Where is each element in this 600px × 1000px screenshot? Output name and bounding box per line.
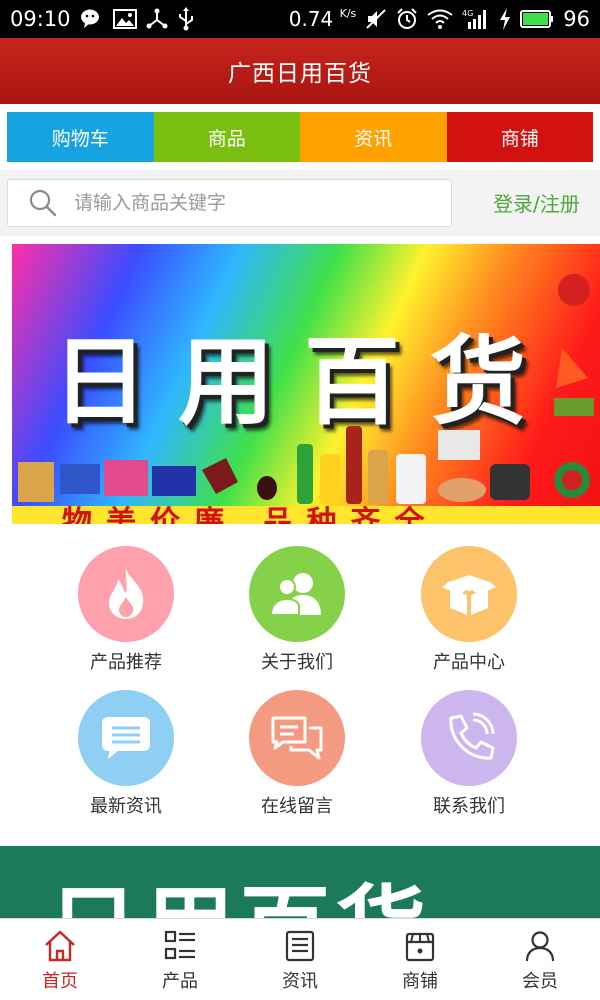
box-icon[interactable]	[421, 546, 517, 642]
tab-shops[interactable]: 商铺	[446, 112, 593, 162]
product-illustration	[18, 426, 590, 504]
share-icon	[146, 8, 168, 30]
banner-slogan-strip: 物美价廉 品种齐全	[12, 506, 600, 524]
quick-link-about-us[interactable]: 关于我们	[222, 546, 372, 674]
quick-link-label: 关于我们	[261, 652, 333, 673]
banner-title: 日用百货	[52, 304, 572, 443]
search-box[interactable]	[7, 179, 452, 227]
bottom-nav-label: 会员	[522, 971, 558, 992]
quick-link-label: 产品中心	[433, 652, 505, 673]
quick-link-label: 在线留言	[261, 796, 333, 817]
bottom-nav: 首页 产品 资讯 商铺 会员	[0, 918, 600, 1000]
tab-cart[interactable]: 购物车	[7, 112, 154, 162]
quick-link-product-recommend[interactable]: 产品推荐	[51, 546, 201, 674]
quick-link-label: 产品推荐	[90, 652, 162, 673]
mute-icon	[365, 8, 387, 30]
quick-link-online-message[interactable]: 在线留言	[222, 690, 372, 818]
svg-text:4G: 4G	[462, 9, 473, 18]
charging-icon	[499, 8, 511, 30]
status-left: 09:10	[10, 7, 195, 31]
fruit-illustration	[554, 274, 594, 416]
secondary-banner[interactable]: 日用百货	[0, 846, 600, 920]
bottom-nav-products[interactable]: 产品	[120, 919, 240, 1000]
tab-news[interactable]: 资讯	[300, 112, 447, 162]
quick-link-product-center[interactable]: 产品中心	[394, 546, 544, 674]
store-icon[interactable]	[403, 929, 437, 963]
wechat-icon	[80, 8, 104, 30]
banner-slogan: 物美价廉 品种齐全	[62, 506, 439, 524]
search-row: 登录/注册	[0, 170, 600, 236]
bottom-nav-home[interactable]: 首页	[0, 919, 120, 1000]
list-icon[interactable]	[163, 929, 197, 963]
search-input[interactable]	[74, 192, 414, 214]
page-title: 广西日用百货	[228, 61, 372, 87]
news-icon[interactable]	[283, 929, 317, 963]
wifi-icon	[427, 9, 453, 29]
app-screen: 09:10 0.74 K/s 4G 96 广西日用百货 购物车 商品 资讯 商铺…	[0, 0, 600, 1000]
signal-icon: 4G	[462, 8, 490, 30]
battery-level: 96	[563, 7, 590, 31]
home-icon[interactable]	[43, 929, 77, 963]
bottom-nav-news[interactable]: 资讯	[240, 919, 360, 1000]
alarm-icon	[396, 8, 418, 30]
bottom-nav-label: 资讯	[282, 971, 318, 992]
bottom-nav-label: 首页	[42, 971, 78, 992]
chat-icon[interactable]	[249, 690, 345, 786]
status-bar: 09:10 0.74 K/s 4G 96	[0, 0, 600, 38]
quick-link-label: 联系我们	[433, 796, 505, 817]
user-icon[interactable]	[523, 929, 557, 963]
quick-link-label: 最新资讯	[90, 796, 162, 817]
tab-products[interactable]: 商品	[153, 112, 300, 162]
battery-icon	[520, 9, 554, 29]
login-register-link[interactable]: 登录/注册	[493, 188, 580, 217]
phone-icon[interactable]	[421, 690, 517, 786]
bottom-nav-label: 商铺	[402, 971, 438, 992]
promo-banner[interactable]: 日用百货 物美价廉 品种齐全	[12, 244, 600, 524]
bottom-nav-member[interactable]: 会员	[480, 919, 600, 1000]
secondary-banner-text: 日用百货	[48, 884, 432, 921]
usb-icon	[177, 7, 195, 31]
search-icon[interactable]	[28, 188, 58, 218]
flame-icon[interactable]	[78, 546, 174, 642]
app-header: 广西日用百货	[0, 38, 600, 104]
nav-tabs: 购物车 商品 资讯 商铺	[7, 112, 593, 162]
people-icon[interactable]	[249, 546, 345, 642]
message-icon[interactable]	[78, 690, 174, 786]
network-speed: 0.74 K/s	[288, 7, 357, 31]
bottom-nav-label: 产品	[162, 971, 198, 992]
image-icon	[112, 9, 137, 29]
quick-link-latest-news[interactable]: 最新资讯	[51, 690, 201, 818]
bottom-nav-shops[interactable]: 商铺	[360, 919, 480, 1000]
banner-title-text: 日用百货	[52, 325, 556, 438]
quick-links: 产品推荐 关于我们 产品中心 最新资讯 在线留言 联系我们	[0, 540, 600, 840]
quick-link-contact-us[interactable]: 联系我们	[394, 690, 544, 818]
status-right: 0.74 K/s 4G 96	[289, 7, 590, 31]
status-time: 09:10	[10, 7, 71, 31]
